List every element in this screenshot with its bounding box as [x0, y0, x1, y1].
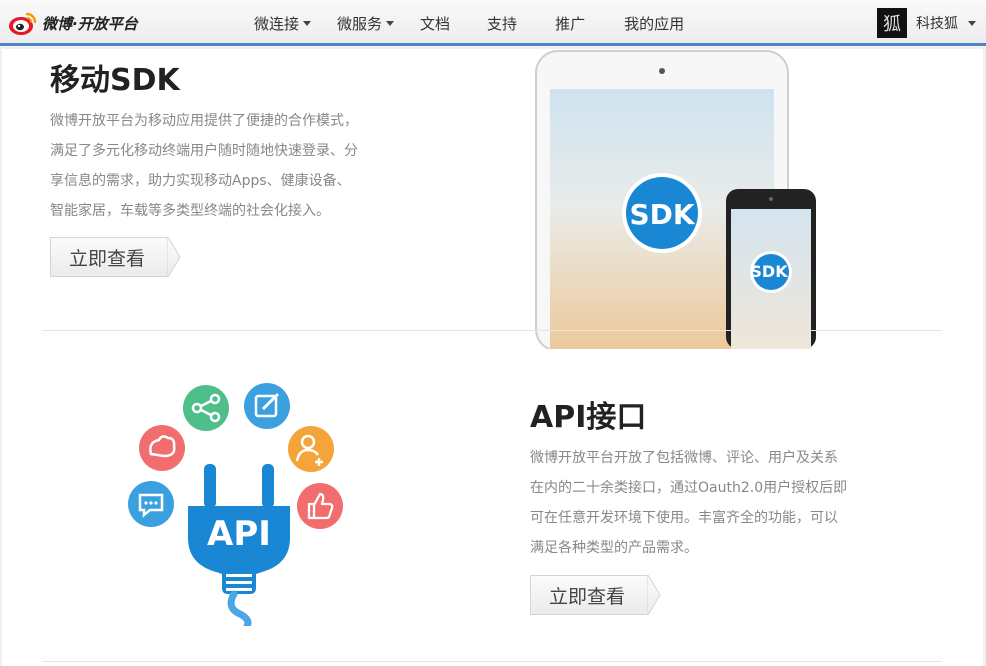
desc-line: 享信息的需求，助力实现移动Apps、健康设备、: [50, 173, 351, 189]
desc-line: 智能家居，车载等多类型终端的社会化接入。: [50, 203, 330, 219]
chevron-down-icon: [386, 20, 395, 26]
comment-icon: [128, 481, 174, 527]
sdk-view-button[interactable]: 立即查看: [50, 237, 181, 277]
sdk-description: 微博开放平台为移动应用提供了便捷的合作模式， 满足了多元化移动终端用户随时随地快…: [50, 106, 420, 226]
weibo-logo[interactable]: 微博·开放平台: [8, 9, 138, 37]
api-title: API接口: [530, 400, 647, 435]
sdk-title: 移动SDK: [50, 63, 180, 98]
chevron-down-icon[interactable]: [968, 20, 976, 26]
top-navbar: 微博·开放平台 微连接 微服务 文档 支持 推广 我的应用 狐 科技狐: [0, 0, 986, 46]
desc-line: 微博开放平台为移动应用提供了便捷的合作模式，: [50, 113, 358, 129]
section-divider: [42, 330, 942, 344]
nav-weifuwu[interactable]: 微服务: [337, 13, 395, 34]
nav-label: 支持: [487, 14, 518, 33]
main-nav: 微连接 微服务 文档 支持 推广 我的应用: [240, 0, 684, 46]
nav-my-apps[interactable]: 我的应用: [624, 13, 684, 34]
nav-label: 我的应用: [624, 14, 685, 33]
sdk-badge-small-label: SDK: [750, 262, 788, 281]
nav-label: 推广: [555, 14, 586, 33]
share-icon: [183, 385, 229, 431]
like-icon: [297, 483, 343, 529]
button-label: 立即查看: [530, 575, 648, 615]
sdk-badge-large-label: SDK: [629, 198, 695, 231]
section-divider: [42, 661, 942, 662]
username[interactable]: 科技狐: [916, 13, 958, 33]
desc-line: 满足各种类型的产品需求。: [530, 540, 698, 556]
arrow-tip-icon: [647, 575, 661, 615]
edit-icon: [244, 383, 290, 429]
main-content: 移动SDK 微博开放平台为移动应用提供了便捷的合作模式， 满足了多元化移动终端用…: [2, 49, 983, 666]
nav-label: 微服务: [337, 14, 383, 33]
logo-text: 微博·开放平台: [42, 14, 138, 33]
chevron-down-icon: [303, 20, 312, 26]
add-user-icon: [288, 426, 334, 472]
nav-promote[interactable]: 推广: [555, 13, 585, 34]
desc-line: 微博开放平台开放了包括微博、评论、用户及关系: [530, 450, 838, 466]
weibo-bubble-icon: [139, 425, 185, 471]
button-label: 立即查看: [50, 237, 168, 277]
desc-line: 在内的二十余类接口，通过Oauth2.0用户授权后即: [530, 480, 848, 496]
nav-label: 微连接: [254, 14, 300, 33]
desc-line: 可在任意开发环境下使用。丰富齐全的功能，可以: [530, 510, 838, 526]
weibo-eye-icon: [9, 12, 37, 35]
api-illustration: [128, 383, 343, 626]
desc-line: 满足了多元化移动终端用户随时随地快速登录、分: [50, 143, 358, 159]
nav-docs[interactable]: 文档: [420, 13, 450, 34]
api-description: 微博开放平台开放了包括微博、评论、用户及关系 在内的二十余类接口，通过Oauth…: [530, 443, 900, 563]
avatar[interactable]: 狐: [877, 8, 907, 38]
nav-label: 文档: [420, 14, 451, 33]
arrow-tip-icon: [167, 237, 181, 277]
api-view-button[interactable]: 立即查看: [530, 575, 661, 615]
nav-weilianjie[interactable]: 微连接: [254, 13, 312, 34]
nav-support[interactable]: 支持: [487, 13, 517, 34]
user-menu[interactable]: 狐 科技狐: [877, 8, 976, 38]
plug-label: API: [207, 514, 271, 554]
